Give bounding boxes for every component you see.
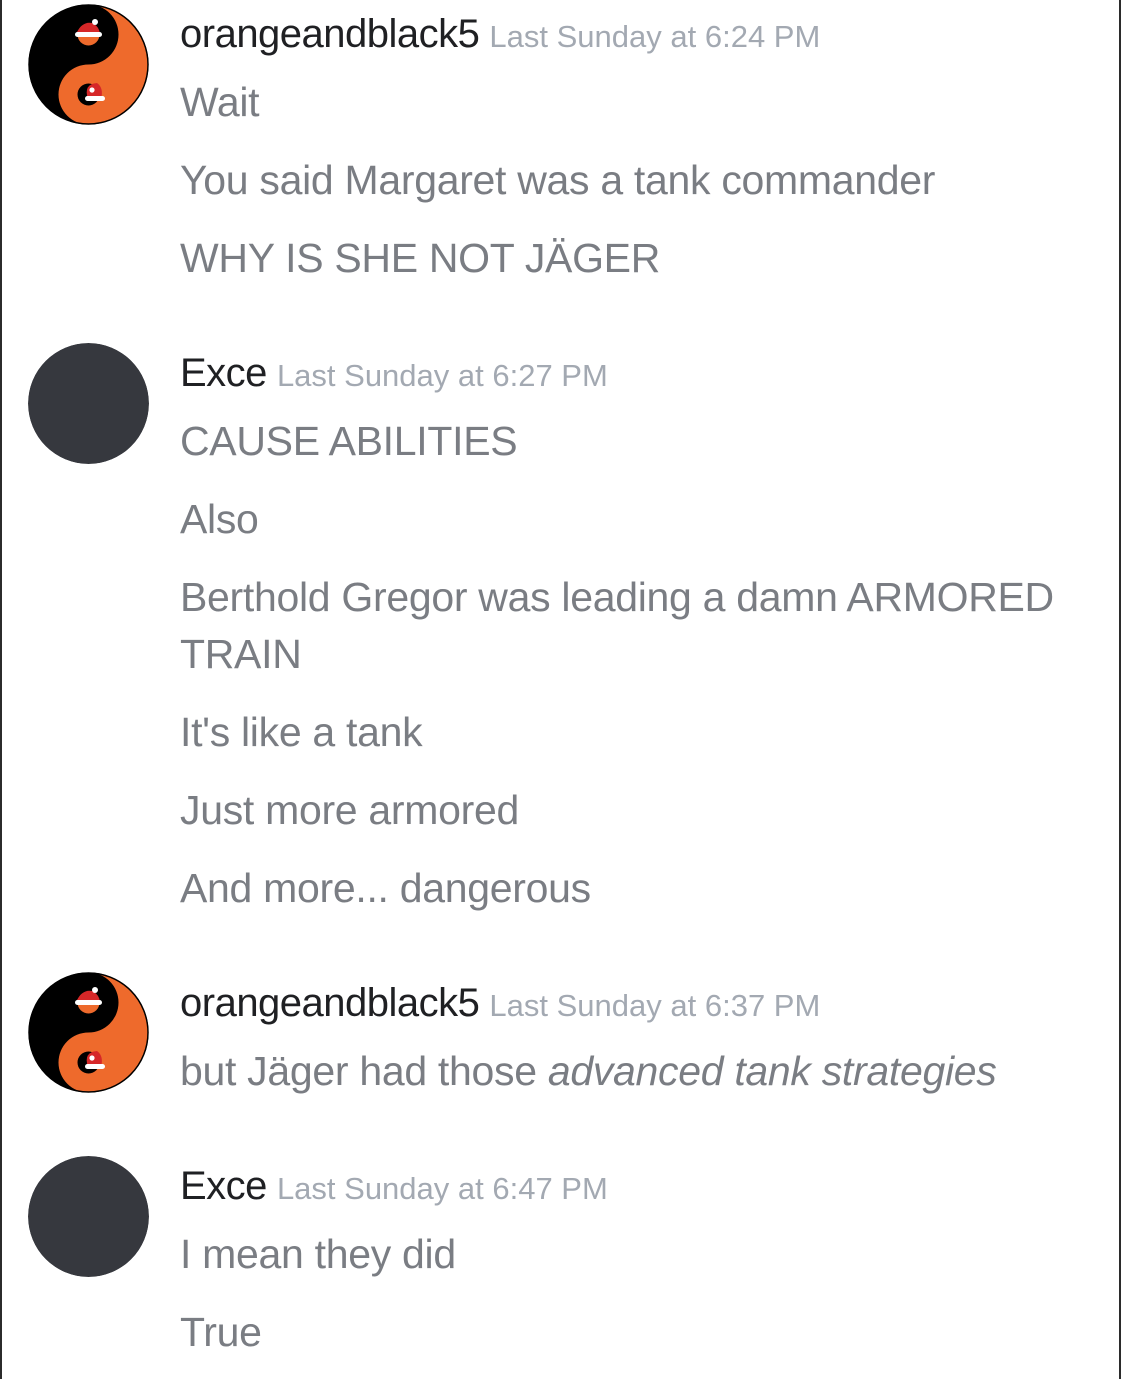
- username[interactable]: Exce: [180, 1164, 267, 1208]
- avatar[interactable]: [28, 4, 149, 125]
- message-text: but Jäger had those advanced tank strate…: [180, 1043, 1100, 1100]
- avatar[interactable]: [28, 972, 149, 1093]
- username[interactable]: orangeandblack5: [180, 981, 480, 1025]
- message-text: I mean they did: [180, 1231, 456, 1277]
- message-text: True: [180, 1309, 262, 1355]
- username[interactable]: Exce: [180, 351, 267, 395]
- message-header: orangeandblack5 Last Sunday at 6:37 PM: [180, 981, 820, 1026]
- message-header: Exce Last Sunday at 6:27 PM: [180, 351, 608, 396]
- message-text: Also: [180, 496, 259, 542]
- timestamp: Last Sunday at 6:27 PM: [276, 358, 608, 393]
- default-dark-avatar-icon: [28, 1156, 149, 1277]
- message-text: Wait: [180, 79, 260, 125]
- username[interactable]: orangeandblack5: [180, 12, 480, 56]
- default-dark-avatar-icon: [28, 343, 149, 464]
- message-text: Just more armored: [180, 787, 519, 833]
- yin-yang-santa-hat-icon: [28, 4, 149, 125]
- timestamp: Last Sunday at 6:37 PM: [489, 988, 821, 1023]
- message-header: orangeandblack5 Last Sunday at 6:24 PM: [180, 12, 820, 57]
- message-text: Berthold Gregor was leading a damn ARMOR…: [180, 574, 1054, 677]
- yin-yang-santa-hat-icon: [28, 972, 149, 1093]
- message-text-italic: advanced tank strategies: [547, 1048, 997, 1094]
- chat-message-list: orangeandblack5 Last Sunday at 6:24 PM Wa…: [0, 0, 1121, 1379]
- message-text: CAUSE ABILITIES: [180, 418, 518, 464]
- timestamp: Last Sunday at 6:24 PM: [489, 19, 821, 54]
- message-text: And more... dangerous: [180, 865, 591, 911]
- message-text: It's like a tank: [180, 709, 423, 755]
- message-header: Exce Last Sunday at 6:47 PM: [180, 1164, 608, 1209]
- avatar[interactable]: [28, 343, 149, 464]
- message-text: You said Margaret was a tank commander: [180, 157, 936, 203]
- message-text: WHY IS SHE NOT JÄGER: [180, 235, 661, 281]
- message-text-plain: but Jäger had those: [180, 1048, 548, 1094]
- avatar[interactable]: [28, 1156, 149, 1277]
- timestamp: Last Sunday at 6:47 PM: [276, 1171, 608, 1206]
